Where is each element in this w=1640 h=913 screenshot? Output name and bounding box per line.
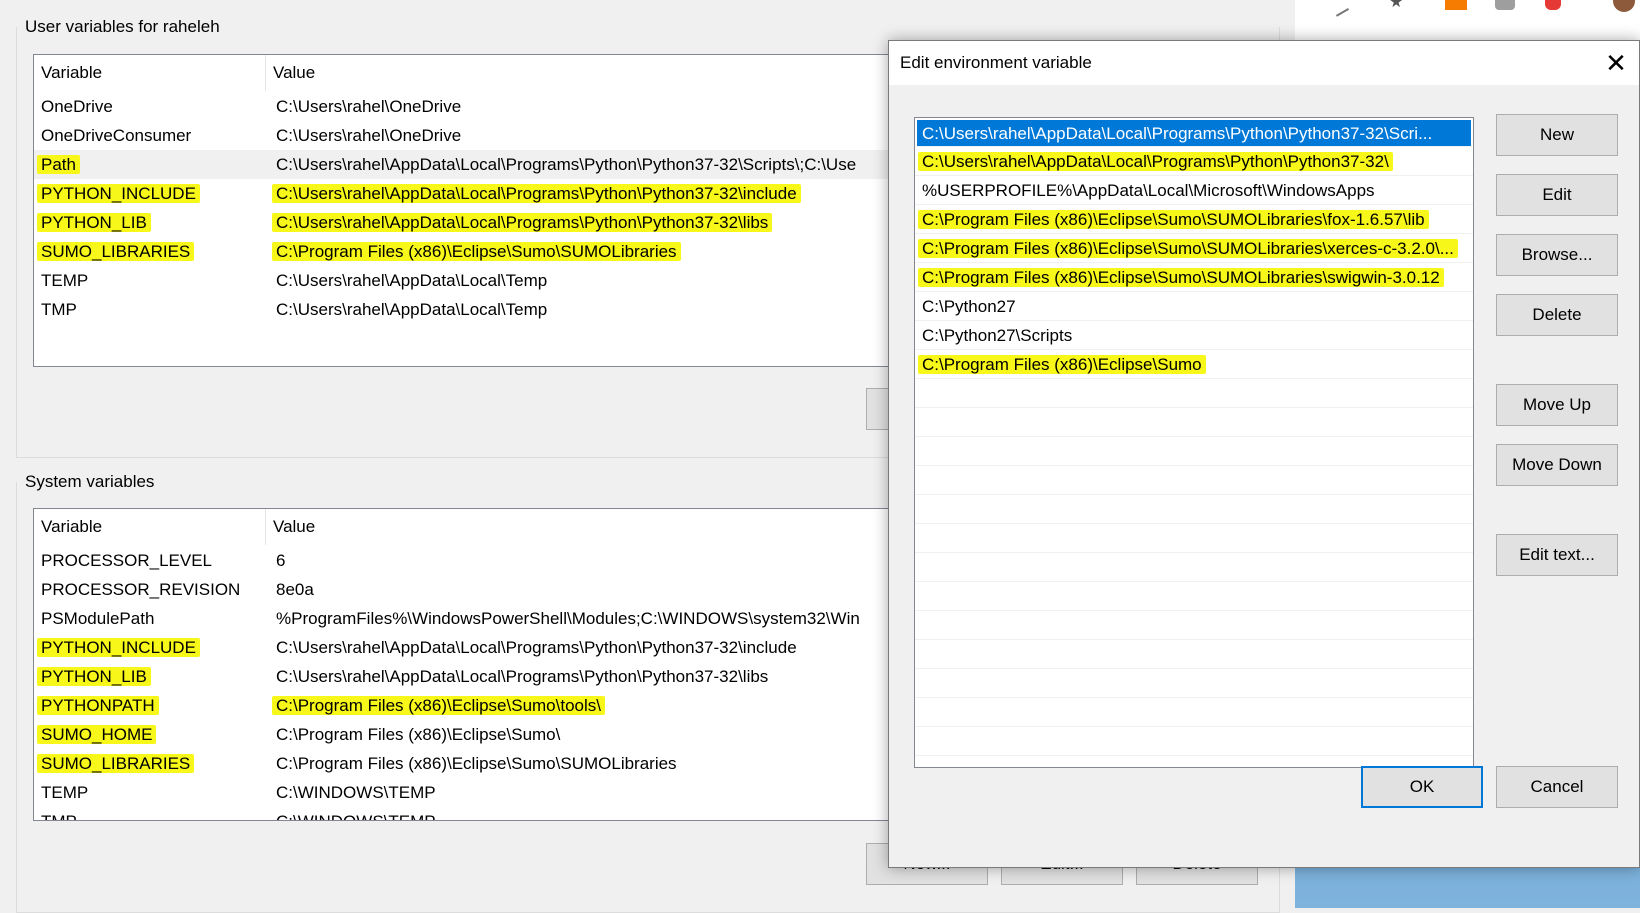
path-entry-empty[interactable] [915,408,1473,437]
column-header-value[interactable]: Value [266,509,315,545]
path-entry-empty[interactable] [915,379,1473,408]
path-entry[interactable]: C:\Program Files (x86)\Eclipse\Sumo [915,350,1473,379]
variable-name: OneDriveConsumer [41,126,192,145]
variable-name: PYTHON_LIB [37,667,151,686]
path-entry[interactable]: C:\Users\rahel\AppData\Local\Programs\Py… [915,147,1473,176]
variable-name: PROCESSOR_REVISION [41,580,241,599]
variable-name: SUMO_LIBRARIES [37,242,195,261]
delete-button[interactable]: Delete [1496,294,1618,336]
variable-name: PYTHON_INCLUDE [37,184,200,203]
path-entry[interactable]: C:\Program Files (x86)\Eclipse\Sumo\SUMO… [915,205,1473,234]
path-entry-text: C:\Program Files (x86)\Eclipse\Sumo\SUMO… [918,239,1458,258]
path-entry-selected[interactable]: C:\Users\rahel\AppData\Local\Programs\Py… [917,120,1471,147]
variable-value: C:\Users\rahel\AppData\Local\Programs\Py… [272,184,801,203]
move-down-button[interactable]: Move Down [1496,444,1618,486]
variable-value: C:\Users\rahel\OneDrive [276,97,462,116]
back-arrow-icon [1330,0,1350,17]
ok-button[interactable]: OK [1361,766,1483,808]
path-entry[interactable]: C:\Python27\Scripts [915,321,1473,350]
variable-value: C:\Program Files (x86)\Eclipse\Sumo\SUMO… [272,242,681,261]
variable-value: C:\WINDOWS\TEMP [276,783,436,802]
edit-environment-variable-dialog: Edit environment variable ✕ C:\Users\rah… [888,40,1640,868]
path-entry-empty[interactable] [915,727,1473,756]
path-entry-empty[interactable] [915,437,1473,466]
profile-avatar[interactable] [1613,0,1635,12]
variable-name: TMP [41,807,77,820]
variable-name: SUMO_LIBRARIES [37,754,195,773]
variable-name: PROCESSOR_LEVEL [41,551,213,570]
dialog-title: Edit environment variable [900,53,1092,72]
edit-button[interactable]: Edit [1496,174,1618,216]
extension-red-icon [1545,0,1561,10]
variable-value: C:\Users\rahel\AppData\Local\Temp [276,300,548,319]
extension-orange-icon [1445,0,1467,10]
variable-value: C:\Users\rahel\AppData\Local\Programs\Py… [276,638,797,657]
star-icon: ★ [1389,0,1404,11]
dialog-titlebar: Edit environment variable ✕ [889,41,1639,85]
variable-name: TEMP [41,783,89,802]
path-entries-list[interactable]: C:\Users\rahel\AppData\Local\Programs\Py… [914,117,1474,768]
user-variables-title: User variables for raheleh [19,17,226,37]
path-entry[interactable]: %USERPROFILE%\AppData\Local\Microsoft\Wi… [915,176,1473,205]
path-entry-text: C:\Users\rahel\AppData\Local\Programs\Py… [918,152,1393,171]
move-up-button[interactable]: Move Up [1496,384,1618,426]
variable-name: OneDrive [41,97,113,116]
path-entry-empty[interactable] [915,466,1473,495]
browser-toolbar: ★ [1295,0,1640,41]
variable-name: TMP [41,300,77,319]
path-entry-empty[interactable] [915,495,1473,524]
path-entry-empty[interactable] [915,669,1473,698]
variable-name: PYTHON_LIB [37,213,151,232]
path-entry[interactable]: C:\Python27 [915,292,1473,321]
column-header-value[interactable]: Value [266,55,315,91]
path-entry-empty[interactable] [915,640,1473,669]
cancel-button[interactable]: Cancel [1496,766,1618,808]
variable-value: C:\Program Files (x86)\Eclipse\Sumo\tool… [272,696,605,715]
variable-name: PYTHONPATH [37,696,159,715]
variable-name: TEMP [41,271,89,290]
variable-value: 8e0a [276,580,314,599]
variable-value: C:\Users\rahel\AppData\Local\Programs\Py… [276,667,769,686]
variable-value: C:\Users\rahel\AppData\Local\Programs\Py… [276,155,857,174]
variable-name: PSModulePath [41,609,155,628]
browse-button[interactable]: Browse... [1496,234,1618,276]
variable-value: 6 [276,551,286,570]
variable-value: C:\Program Files (x86)\Eclipse\Sumo\ [276,725,561,744]
path-entry-empty[interactable] [915,524,1473,553]
path-entry-empty[interactable] [915,698,1473,727]
path-entry-text: C:\Program Files (x86)\Eclipse\Sumo\SUMO… [918,210,1429,229]
path-entry-text: C:\Program Files (x86)\Eclipse\Sumo\SUMO… [918,268,1444,287]
variable-name: Path [37,155,80,174]
variable-value: C:\Program Files (x86)\Eclipse\Sumo\SUMO… [276,754,677,773]
column-header-variable[interactable]: Variable [34,55,266,91]
variable-name: PYTHON_INCLUDE [37,638,200,657]
edit-text-button[interactable]: Edit text... [1496,534,1618,576]
path-entry[interactable]: C:\Program Files (x86)\Eclipse\Sumo\SUMO… [915,234,1473,263]
variable-value: C:\Users\rahel\OneDrive [276,126,462,145]
variable-value: %ProgramFiles%\WindowsPowerShell\Modules… [276,609,860,628]
variable-name: SUMO_HOME [37,725,157,744]
close-icon[interactable]: ✕ [1593,41,1639,85]
variable-value: C:\Users\rahel\AppData\Local\Temp [276,271,548,290]
path-entry-text: C:\Program Files (x86)\Eclipse\Sumo [918,355,1206,374]
path-entry-empty[interactable] [915,582,1473,611]
system-variables-title: System variables [19,472,161,492]
path-entry[interactable]: C:\Program Files (x86)\Eclipse\Sumo\SUMO… [915,263,1473,292]
column-header-variable[interactable]: Variable [34,509,266,545]
path-entry-empty[interactable] [915,611,1473,640]
extension-gray-icon [1495,0,1515,10]
path-entry-empty[interactable] [915,553,1473,582]
variable-value: C:\WINDOWS\TEMP [276,807,436,820]
variable-value: C:\Users\rahel\AppData\Local\Programs\Py… [272,213,773,232]
new-button[interactable]: New [1496,114,1618,156]
